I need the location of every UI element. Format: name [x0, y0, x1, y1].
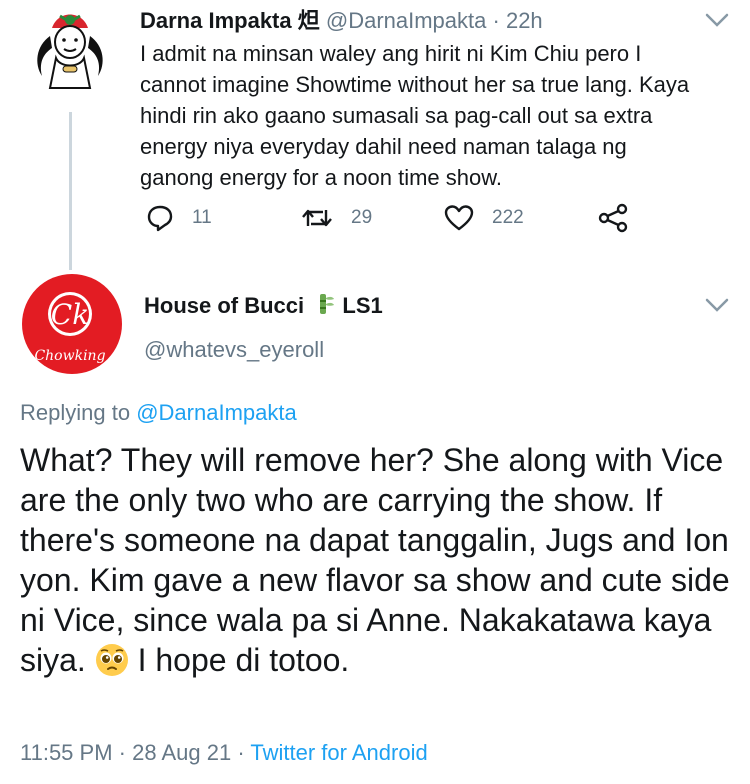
retweet-count: 29: [351, 207, 373, 228]
chevron-down-icon[interactable]: [703, 10, 731, 30]
tweet-text-part2: I hope di totoo.: [128, 642, 350, 678]
handle[interactable]: @whatevs_eyeroll: [144, 337, 324, 363]
source-link[interactable]: Twitter for Android: [250, 740, 427, 765]
pleading-face-emoji: [95, 643, 129, 686]
retweet-button[interactable]: 29: [301, 202, 372, 234]
avatar-logo-text: Ck: [51, 298, 89, 331]
tweet-text: What? They will remove her? She along wi…: [20, 440, 730, 686]
retweet-icon: [302, 209, 332, 227]
display-name[interactable]: House of Bucci: [144, 293, 304, 318]
reply-count: 11: [192, 207, 212, 228]
separator: ·: [118, 740, 126, 765]
display-name-row[interactable]: House of Bucci LS1: [144, 292, 383, 322]
bamboo-icon: [316, 292, 336, 322]
thread-line: [69, 112, 72, 270]
avatar[interactable]: Ck Chowking: [20, 272, 124, 376]
tweet-date[interactable]: 28 Aug 21: [132, 740, 231, 765]
tweet-text: I admit na minsan waley ang hirit ni Kim…: [140, 41, 690, 190]
handle[interactable]: @DarnaImpakta: [326, 8, 487, 33]
separator: ·: [492, 8, 500, 33]
tweet-time[interactable]: 11:55 PM: [20, 740, 113, 765]
reply-button[interactable]: 11: [146, 202, 212, 234]
like-button[interactable]: 222: [444, 202, 524, 234]
replying-prefix: Replying to: [20, 400, 131, 425]
name-badge: LS1: [342, 293, 383, 318]
timestamp[interactable]: 22h: [506, 8, 543, 33]
display-name[interactable]: Darna Impakta 炟: [140, 8, 320, 33]
like-count: 222: [492, 207, 524, 228]
heart-icon: [444, 205, 474, 231]
share-button[interactable]: [597, 202, 647, 234]
share-icon: [598, 203, 628, 233]
replying-handle-link[interactable]: @DarnaImpakta: [136, 400, 297, 425]
tweet-meta: 11:55 PM · 28 Aug 21 · Twitter for Andro…: [20, 740, 428, 766]
reply-icon: [147, 205, 173, 232]
avatar-logo-subtext: Chowking: [34, 348, 105, 364]
tweet-header: Darna Impakta 炟 @DarnaImpakta · 22h: [140, 6, 543, 36]
replying-to: Replying to @DarnaImpakta: [20, 400, 297, 426]
avatar[interactable]: [30, 6, 110, 92]
separator: ·: [237, 740, 245, 765]
chevron-down-icon[interactable]: [703, 295, 731, 315]
